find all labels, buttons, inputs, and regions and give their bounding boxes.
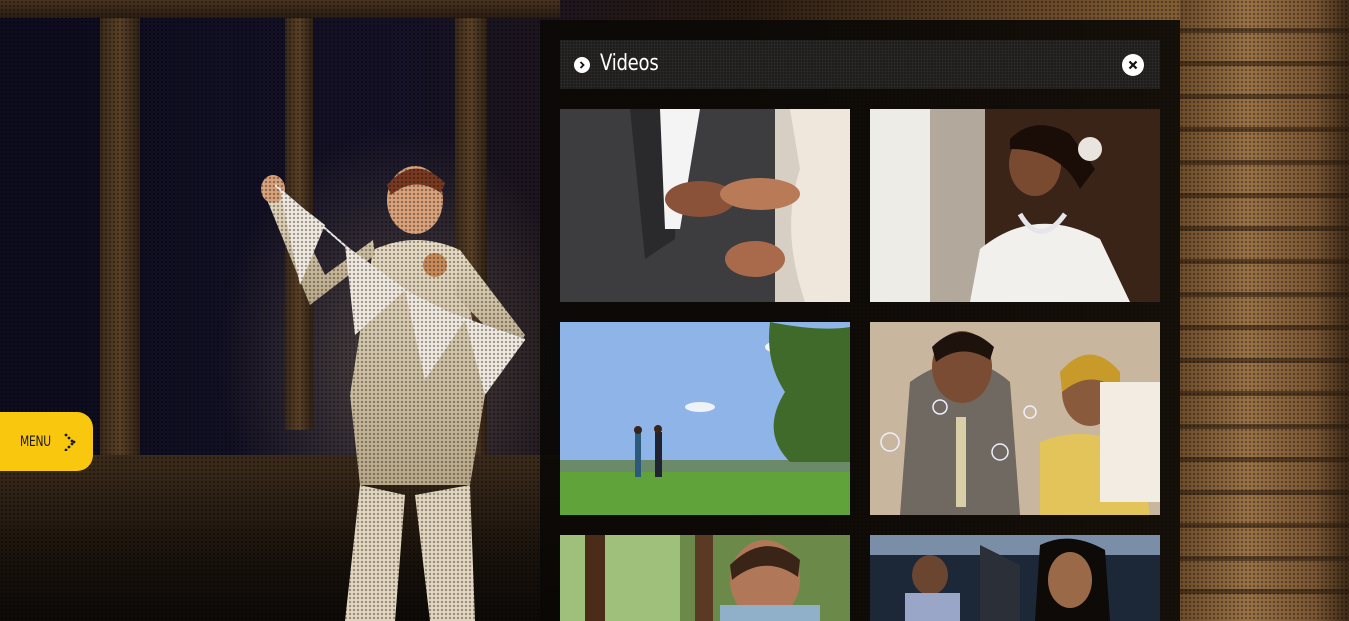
video-thumbnail-man-garden[interactable] <box>560 535 850 621</box>
video-thumbnail-couple-field[interactable] <box>560 322 850 515</box>
video-thumbnail-couple-cake[interactable] <box>870 322 1160 515</box>
close-circle-icon <box>1128 60 1138 70</box>
video-thumbnail-ring-exchange[interactable] <box>560 109 850 302</box>
menu-label: MENU <box>20 433 51 450</box>
page: MENU Videos <box>0 0 1349 621</box>
menu-button[interactable]: MENU <box>0 412 93 471</box>
dotted-chevron-right-icon <box>64 433 76 451</box>
panel-title: Videos <box>600 51 659 76</box>
video-thumbnail-couple-car[interactable] <box>870 535 1160 621</box>
video-thumbnail-bride-window[interactable] <box>870 109 1160 302</box>
panel-header: Videos <box>560 40 1160 89</box>
videos-panel: Videos <box>540 20 1180 621</box>
chevron-right-circle-icon <box>574 57 590 73</box>
close-button[interactable] <box>1122 54 1144 76</box>
